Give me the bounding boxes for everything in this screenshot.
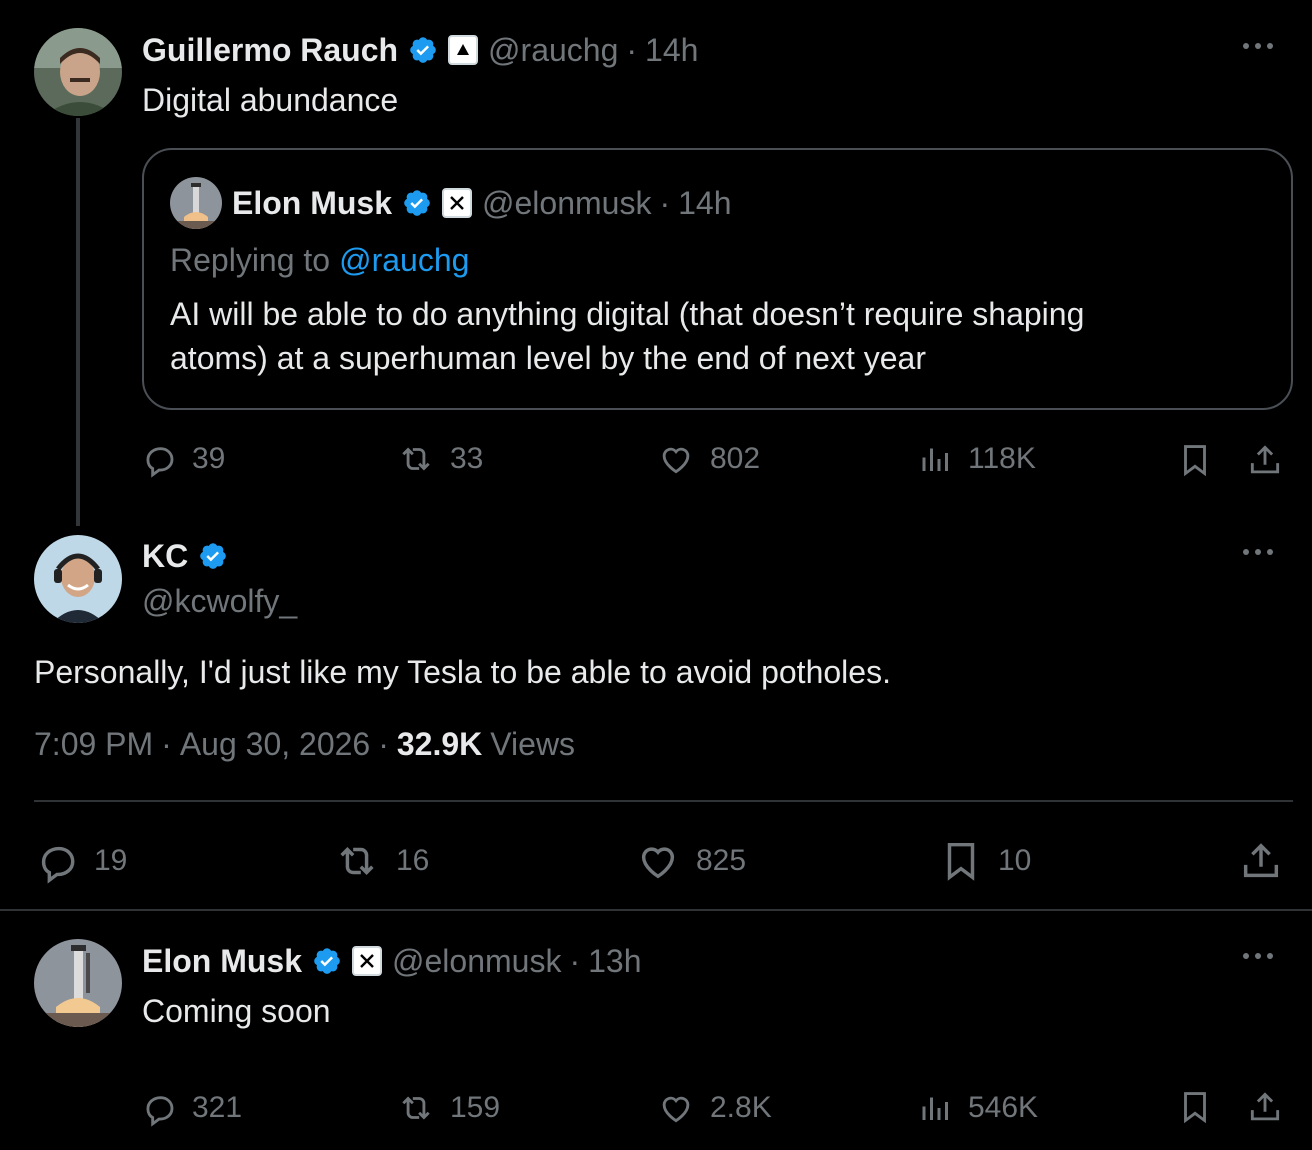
separator: · (569, 942, 581, 979)
reply-button[interactable]: 19 (34, 838, 127, 884)
repost-count: 159 (450, 1091, 501, 1124)
separator: · (659, 184, 671, 221)
author-handle[interactable]: @elonmusk (392, 943, 561, 980)
divider (34, 800, 1293, 802)
timestamp[interactable]: 13h (588, 943, 641, 980)
verified-badge-icon (408, 35, 438, 65)
share-button[interactable] (1246, 440, 1284, 480)
repost-button[interactable]: 33 (396, 440, 483, 478)
quote-text-line-2: atoms) at a superhuman level by the end … (170, 339, 926, 376)
like-count: 802 (710, 442, 761, 475)
bookmark-icon (1184, 445, 1206, 477)
author-handle[interactable]: @rauchg (488, 32, 618, 69)
quote-header: Elon Musk @elonmusk · 14h (232, 183, 732, 223)
replying-to: Replying to @rauchg (170, 240, 469, 280)
tweet-text: Personally, I'd just like my Tesla to be… (34, 653, 891, 690)
views-icon (922, 448, 948, 471)
views-count: 546K (968, 1091, 1039, 1124)
author-name[interactable]: Guillermo Rauch (142, 32, 398, 69)
share-icon (1250, 1092, 1280, 1121)
replying-to-label: Replying to (170, 241, 331, 278)
views-icon (922, 1097, 948, 1120)
tweet-text: Digital abundance (142, 81, 399, 118)
like-icon (662, 447, 690, 474)
timestamp[interactable]: 14h (645, 32, 698, 69)
quote-author-handle[interactable]: @elonmusk (482, 185, 651, 222)
like-icon (662, 1096, 690, 1123)
reply-count: 19 (94, 844, 128, 877)
views-count: 118K (968, 442, 1036, 475)
bookmark-button[interactable]: 10 (938, 836, 1031, 886)
affiliate-vercel-icon[interactable] (448, 35, 479, 65)
reply-count: 321 (192, 1091, 243, 1124)
separator: · (626, 31, 638, 68)
repost-icon (402, 447, 430, 471)
views-count: 32.9K (396, 725, 483, 762)
views-button[interactable]: 118K (918, 440, 1036, 478)
separator: · (161, 725, 172, 762)
verified-badge-icon (402, 188, 432, 218)
like-count: 2.8K (710, 1091, 772, 1124)
reply-button[interactable]: 39 (140, 440, 225, 478)
verified-badge-icon (312, 946, 342, 976)
bookmark-icon (1184, 1092, 1206, 1124)
thread-connector-line (76, 118, 80, 526)
bookmark-icon (947, 842, 975, 881)
repost-button[interactable]: 16 (332, 838, 429, 884)
share-icon (1243, 843, 1279, 878)
quote-timestamp[interactable]: 14h (678, 185, 731, 222)
affiliate-x-icon[interactable] (352, 946, 383, 976)
repost-icon (402, 1096, 430, 1120)
like-button[interactable]: 2.8K (656, 1089, 772, 1127)
reply-button[interactable]: 321 (140, 1089, 242, 1127)
bookmark-button[interactable] (1176, 440, 1214, 480)
repost-button[interactable]: 159 (396, 1089, 500, 1127)
tweet-time[interactable]: 7:09 PM (34, 726, 153, 763)
quote-text-line-1: AI will be able to do anything digital (… (170, 295, 1085, 332)
bookmark-count: 10 (998, 844, 1032, 877)
repost-count: 33 (450, 442, 484, 475)
tweet2-header: KC (142, 536, 228, 576)
avatar-guillermo-rauch[interactable] (34, 28, 122, 116)
author-name[interactable]: KC (142, 538, 188, 575)
separator: · (378, 725, 389, 762)
affiliate-x-icon[interactable] (442, 188, 473, 218)
share-button[interactable] (1246, 1087, 1284, 1127)
tweet-meta: 7:09 PM · Aug 30, 2026 · 32.9K Views (34, 724, 575, 764)
share-icon (1250, 445, 1280, 474)
tweet-text: Coming soon (142, 992, 331, 1029)
reply-icon (41, 846, 75, 884)
views-button[interactable]: 546K (918, 1089, 1038, 1127)
reply-count: 39 (192, 442, 226, 475)
repost-icon (340, 847, 374, 875)
like-button[interactable]: 802 (656, 440, 760, 478)
tweet1-header: Guillermo Rauch @rauchg · 14h (142, 30, 698, 70)
reply-icon (146, 1096, 174, 1127)
tweet-date[interactable]: Aug 30, 2026 (180, 726, 370, 763)
more-icon[interactable] (1238, 542, 1278, 562)
share-button[interactable] (1238, 836, 1284, 886)
avatar-elon-musk-small[interactable] (170, 177, 222, 229)
like-count: 825 (696, 844, 747, 877)
divider (0, 909, 1312, 911)
repost-count: 16 (396, 844, 430, 877)
replying-to-handle[interactable]: @rauchg (339, 242, 469, 279)
like-button[interactable]: 825 (634, 838, 746, 884)
more-icon[interactable] (1238, 946, 1278, 966)
quote-author-name[interactable]: Elon Musk (232, 185, 392, 222)
verified-badge-icon (198, 541, 228, 571)
more-icon[interactable] (1238, 36, 1278, 56)
views-label: Views (490, 725, 576, 762)
avatar-kc[interactable] (34, 535, 122, 623)
author-name[interactable]: Elon Musk (142, 943, 302, 980)
like-icon (641, 847, 675, 879)
tweet3-header: Elon Musk @elonmusk · 13h (142, 941, 642, 981)
reply-icon (146, 447, 174, 478)
avatar-elon-musk[interactable] (34, 939, 122, 1027)
bookmark-button[interactable] (1176, 1087, 1214, 1127)
author-handle[interactable]: @kcwolfy_ (142, 581, 297, 621)
